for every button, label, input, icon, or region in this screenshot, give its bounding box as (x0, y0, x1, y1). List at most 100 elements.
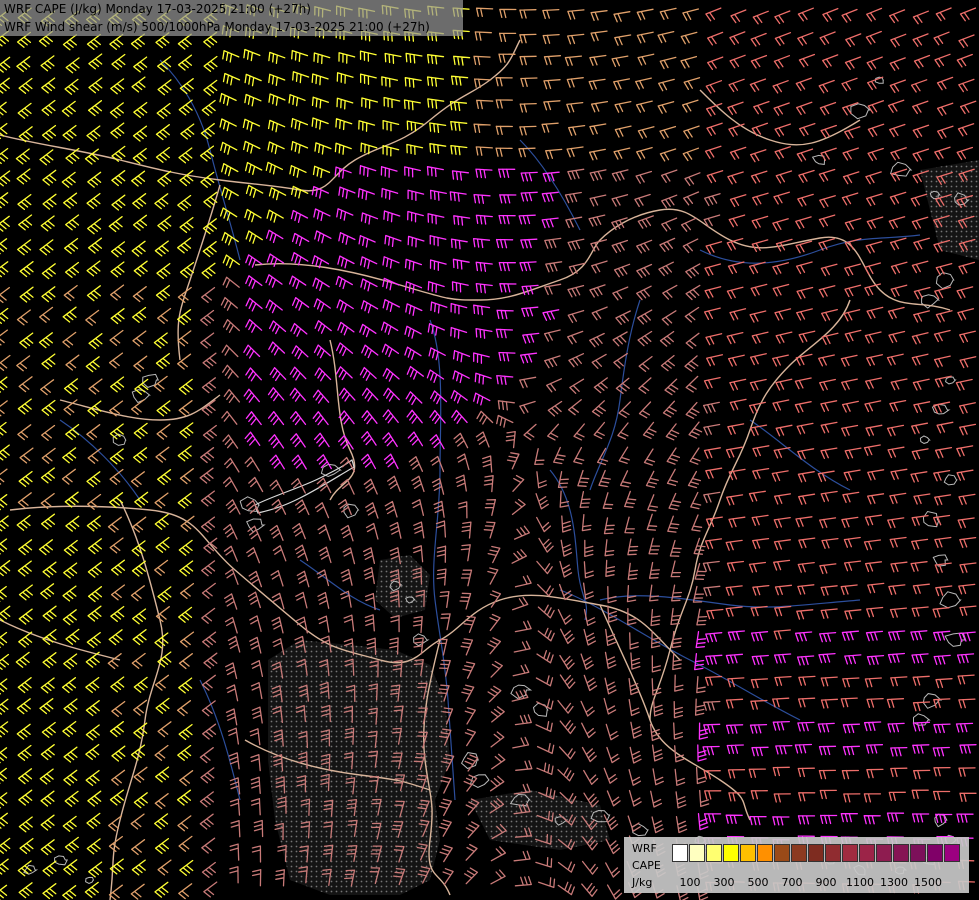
wind-barb (203, 55, 218, 72)
wind-barb (87, 790, 102, 807)
wind-barb (912, 701, 931, 712)
wind-barb (642, 421, 657, 439)
wind-barb (108, 352, 124, 369)
wind-barb (691, 514, 703, 532)
wind-barb (176, 700, 192, 717)
wind-barb (514, 876, 532, 887)
wind-barb (41, 447, 56, 464)
wind-barb (590, 100, 609, 113)
wind-barb (267, 387, 285, 402)
wind-barb (290, 141, 309, 154)
wind-barb (591, 353, 607, 369)
wind-barb (38, 539, 53, 556)
wind-barb (0, 376, 8, 393)
wind-barb (153, 332, 168, 349)
wind-barb (451, 409, 468, 424)
wind-barb (111, 194, 126, 211)
legend-swatch (927, 844, 943, 862)
wind-barb (360, 142, 378, 155)
wind-barb (519, 102, 537, 113)
wind-barb (888, 630, 906, 641)
wind-barb (338, 434, 354, 450)
wind-barb (39, 768, 54, 785)
wind-barb (798, 330, 816, 343)
wind-barb (573, 423, 585, 441)
wind-barb (179, 582, 195, 600)
wind-barb (725, 698, 744, 709)
wind-barb (154, 813, 169, 830)
wind-barb (933, 469, 951, 482)
wind-barb (382, 367, 400, 382)
wind-barb (109, 468, 124, 485)
wind-barb (753, 100, 770, 115)
wind-barb (109, 102, 124, 119)
wind-barb (495, 125, 513, 136)
wind-barb (911, 538, 929, 550)
wind-barb (498, 261, 516, 272)
wind-barb (657, 101, 675, 114)
wind-barb (959, 100, 977, 115)
wind-barb (957, 674, 975, 685)
wind-barb (958, 78, 975, 93)
wind-barb (359, 323, 377, 338)
wind-barb (842, 745, 861, 756)
wind-barb (439, 590, 450, 609)
river-line (159, 59, 241, 261)
wind-barb (842, 723, 861, 734)
wind-barb (311, 117, 329, 130)
wind-barb (912, 10, 929, 25)
wind-barb (696, 676, 706, 694)
wind-barb (290, 118, 309, 131)
legend-variable: CAPE (632, 859, 661, 872)
wind-barb (381, 343, 400, 358)
wind-barb (690, 491, 702, 510)
wind-barb (797, 193, 814, 207)
wind-barb (536, 560, 553, 575)
wind-barb (685, 401, 700, 419)
wind-barb (109, 33, 124, 50)
wind-barb (222, 364, 239, 379)
elevation-contour (945, 376, 957, 385)
wind-barb (863, 721, 882, 732)
wind-barb (17, 193, 32, 211)
wind-barb (201, 861, 216, 878)
cape-legend: WRF CAPE J/kg 100 300 500 700 900 1100 1300 150… (624, 837, 969, 893)
wind-barb (408, 456, 424, 472)
wind-barb (251, 845, 262, 863)
wind-barb (132, 306, 147, 323)
wind-barb (0, 631, 8, 648)
wind-barb (706, 608, 724, 620)
wind-barb (88, 333, 103, 350)
wind-barb (154, 193, 169, 210)
wind-barb (495, 238, 514, 249)
wind-barb (42, 169, 57, 186)
wind-barb (41, 124, 57, 142)
wind-barb (727, 354, 745, 367)
wind-barb (62, 331, 77, 348)
wind-barb (844, 609, 862, 620)
wind-barb (133, 766, 148, 783)
wind-barb (132, 608, 147, 625)
wind-barb (0, 77, 10, 94)
wind-barb (795, 353, 813, 366)
wind-barb (866, 56, 883, 71)
wind-barb (910, 561, 928, 572)
wind-barb (958, 34, 975, 49)
wind-barb (244, 93, 262, 107)
wind-barb (773, 516, 791, 529)
wind-barb (200, 309, 215, 326)
wind-barb (221, 186, 239, 201)
wind-barb (661, 217, 678, 232)
wind-barb (889, 57, 906, 71)
wind-barb (453, 432, 469, 449)
wind-barb (361, 453, 377, 470)
wind-barb (16, 56, 31, 73)
wind-barb (87, 218, 102, 235)
wind-barb (866, 354, 883, 367)
wind-barb (843, 309, 861, 322)
wind-barb (703, 723, 721, 734)
wind-barb (675, 791, 687, 809)
wind-barb (519, 9, 537, 19)
wind-barb (958, 493, 976, 506)
country-border (59, 394, 221, 421)
